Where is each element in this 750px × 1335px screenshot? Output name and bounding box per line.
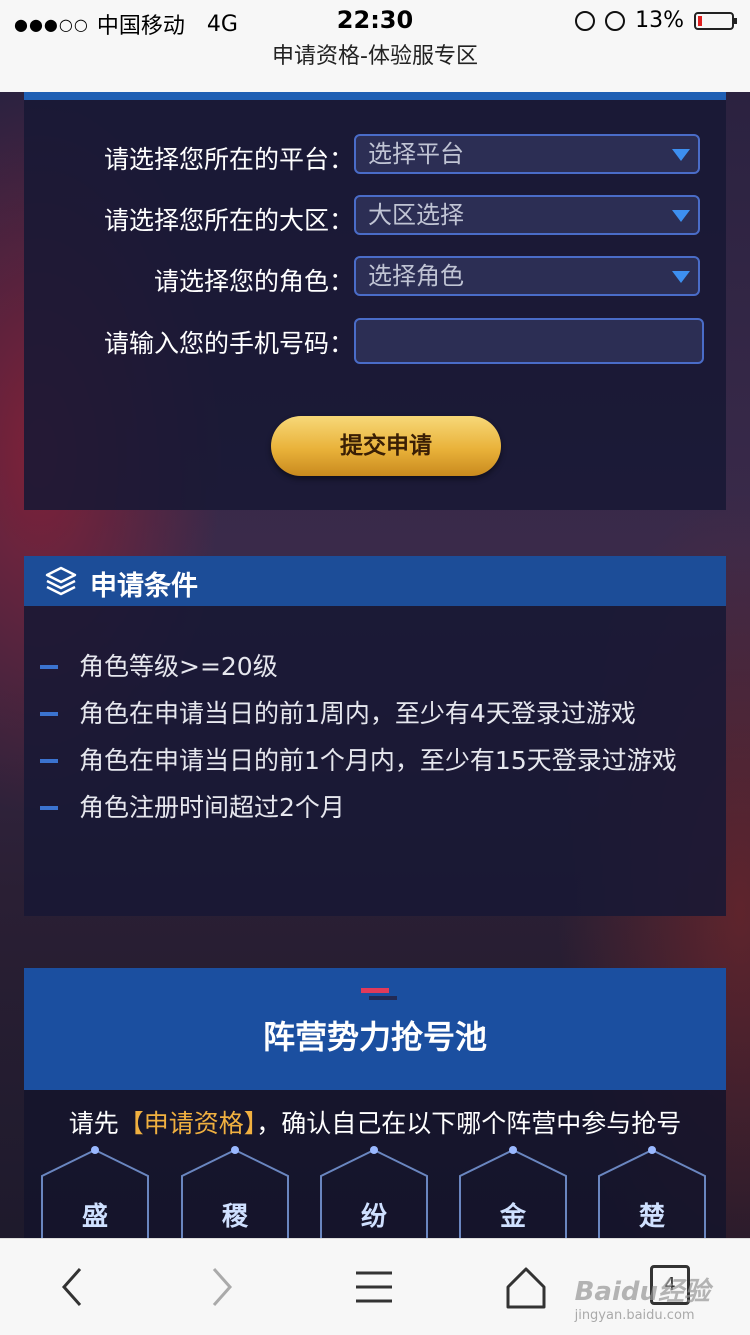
dropdown-caret-icon (672, 149, 690, 161)
pool-note-prefix: 请先 (68, 1109, 119, 1138)
faction-name: 稷 (221, 1202, 248, 1232)
platform-select[interactable]: 选择平台 (354, 134, 700, 174)
list-item: 角色在申请当日的前1周内，至少有4天登录过游戏 (24, 691, 726, 737)
region-row: 请选择您所在的大区： 大区选择 (24, 195, 726, 239)
pool-note-suffix: ，确认自己在以下哪个阵营中参与抢号 (256, 1109, 682, 1138)
alarm-icon (605, 10, 626, 31)
forward-icon[interactable] (194, 1261, 250, 1313)
back-icon[interactable] (44, 1261, 100, 1313)
faction-name: 金 (499, 1202, 526, 1232)
dropdown-caret-icon (672, 210, 690, 222)
condition-text: 角色等级>=20级 (79, 652, 278, 681)
conditions-title: 申请条件 (90, 571, 198, 602)
role-row: 请选择您的角色： 选择角色 (24, 256, 726, 300)
faction-card[interactable]: 金 (456, 1146, 570, 1238)
condition-text: 角色在申请当日的前1周内，至少有4天登录过游戏 (79, 699, 636, 728)
phone-input[interactable] (354, 318, 704, 364)
condition-text: 角色在申请当日的前1个月内，至少有15天登录过游戏 (79, 746, 677, 775)
pool-note: 请先【申请资格】，确认自己在以下哪个阵营中参与抢号 (24, 1104, 726, 1140)
home-icon[interactable] (498, 1261, 554, 1313)
conditions-header: 申请条件 (24, 556, 726, 606)
region-select-value: 大区选择 (368, 201, 464, 229)
phone-label: 请输入您的手机号码： (103, 329, 354, 358)
platform-row: 请选择您所在的平台： 选择平台 (24, 134, 726, 178)
faction-name: 楚 (638, 1202, 665, 1232)
faction-card[interactable]: 楚 (595, 1146, 709, 1238)
page-content: 请选择您所在的平台： 选择平台 请选择您所在的大区： 大区选择 请选择您的角色：… (0, 92, 750, 1238)
dropdown-caret-icon (672, 271, 690, 283)
title-ornament (361, 988, 389, 993)
list-item: 角色等级>=20级 (24, 644, 726, 690)
conditions-list: 角色等级>=20级 角色在申请当日的前1周内，至少有4天登录过游戏 角色在申请当… (24, 644, 726, 832)
menu-icon[interactable] (346, 1261, 402, 1313)
faction-name: 盛 (81, 1202, 108, 1232)
pool-panel: 阵营势力抢号池 请先【申请资格】，确认自己在以下哪个阵营中参与抢号 盛 稷 纷 … (24, 968, 726, 1238)
faction-card[interactable]: 盛 (38, 1146, 152, 1238)
battery-percent: 13% (635, 8, 684, 33)
dash-icon (40, 712, 58, 716)
role-select[interactable]: 选择角色 (354, 256, 700, 296)
platform-label: 请选择您所在的平台： (103, 145, 354, 174)
battery-icon (694, 11, 737, 30)
condition-text: 角色注册时间超过2个月 (79, 793, 345, 822)
role-label: 请选择您的角色： (153, 267, 354, 296)
phone-row: 请输入您的手机号码： (24, 318, 726, 364)
platform-select-value: 选择平台 (368, 140, 464, 168)
list-item: 角色在申请当日的前1个月内，至少有15天登录过游戏 (24, 738, 726, 784)
rotation-lock-icon (575, 10, 596, 31)
pool-header: 阵营势力抢号池 (24, 968, 726, 1090)
page-title: 申请资格-体验服专区 (0, 42, 750, 92)
faction-card[interactable]: 纷 (317, 1146, 431, 1238)
watermark: Baidu经验 jingyan.baidu.com (575, 1271, 710, 1323)
pool-title: 阵营势力抢号池 (262, 1018, 487, 1056)
role-select-value: 选择角色 (368, 262, 464, 290)
faction-name: 纷 (360, 1202, 387, 1232)
watermark-brand: Baidu经验 (574, 1277, 710, 1307)
faction-card[interactable]: 稷 (178, 1146, 292, 1238)
browser-toolbar: 4 Baidu经验 jingyan.baidu.com (0, 1238, 750, 1335)
conditions-panel: 申请条件 角色等级>=20级 角色在申请当日的前1周内，至少有4天登录过游戏 角… (24, 556, 726, 916)
title-ornament (369, 996, 397, 1000)
status-bar: ●●●○○ 中国移动 4G 22:30 13% (0, 0, 750, 42)
region-select[interactable]: 大区选择 (354, 195, 700, 235)
faction-list: 盛 稷 纷 金 楚 (38, 1146, 718, 1238)
dash-icon (40, 806, 58, 810)
layers-icon (45, 566, 77, 596)
submit-application-button[interactable]: 提交申请 (271, 416, 501, 476)
watermark-url: jingyan.baidu.com (574, 1308, 695, 1323)
apply-qualification-link[interactable]: 【申请资格】 (119, 1109, 257, 1138)
dash-icon (40, 665, 58, 669)
list-item: 角色注册时间超过2个月 (24, 785, 726, 831)
application-form: 请选择您所在的平台： 选择平台 请选择您所在的大区： 大区选择 请选择您的角色：… (24, 92, 726, 510)
dash-icon (40, 759, 58, 763)
region-label: 请选择您所在的大区： (103, 206, 354, 235)
